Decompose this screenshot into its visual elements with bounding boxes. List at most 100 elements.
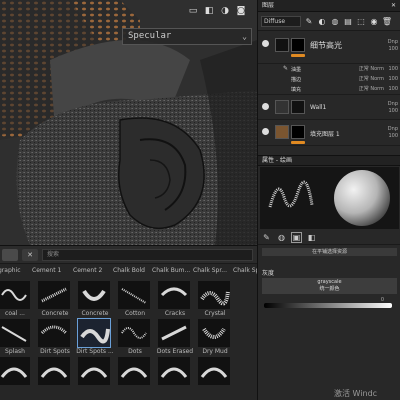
stencil-icon[interactable]: ◍: [277, 233, 286, 242]
brush-stroke-preview: [268, 170, 390, 226]
shelf-item-thumbnail: [118, 319, 150, 347]
frame-icon[interactable]: ▭: [188, 6, 198, 16]
grayscale-title: grayscale: [317, 279, 342, 285]
sub-layer-row[interactable]: 描边 正常 Norm 100: [258, 74, 400, 84]
shelf-item-label: Dirt Spots ...: [76, 348, 114, 355]
alpha-icon[interactable]: ▣: [291, 232, 302, 243]
eye-icon[interactable]: [262, 103, 269, 110]
shelf-item-label: Concrete: [41, 310, 69, 317]
channel-select[interactable]: Diffuse: [261, 15, 301, 27]
folder-icon[interactable]: ▤: [343, 16, 353, 26]
sub-layer-opacity: 100: [388, 66, 398, 72]
fill-layer-icon[interactable]: ◉: [369, 16, 379, 26]
mode-icon[interactable]: ◑: [220, 6, 230, 16]
shelf-item[interactable]: Splash: [0, 319, 34, 357]
shelf-item-thumbnail: [118, 281, 150, 309]
shelf-item-label: Cracks: [164, 310, 186, 317]
shelf-item-thumbnail: [78, 357, 110, 385]
grayscale-subtitle: 统一颜色: [319, 286, 340, 292]
brush-icon[interactable]: ✎: [304, 16, 314, 26]
properties-header: 属性 - 绘画: [258, 155, 400, 166]
paint-layer-icon[interactable]: ⬚: [356, 16, 366, 26]
material-sphere: [334, 170, 390, 226]
shelf-tab-active[interactable]: [2, 248, 18, 261]
brush-preview: [260, 167, 399, 229]
viewport-toolbar: ▭ ◧ ◑ ◙: [188, 6, 246, 16]
shelf-item[interactable]: Dots: [114, 319, 154, 357]
shelf-item-label: Crystal: [204, 310, 226, 317]
sub-layer-mode: 正常 Norm: [358, 86, 384, 92]
sub-layer-mode: 正常 Norm: [358, 66, 384, 72]
shelf-item[interactable]: [114, 357, 154, 395]
properties-title: 属性 - 绘画: [262, 157, 292, 164]
shelf-header-label: Chalk Bum...: [152, 267, 191, 274]
shelf-grid: coal ... Concrete Concrete Cotton Cracks Crys…: [0, 281, 234, 395]
camera-icon[interactable]: ◙: [236, 6, 246, 16]
sub-layer-row[interactable]: 填充 正常 Norm 100: [258, 84, 400, 94]
shelf-toolbar: ✕ 搜索: [0, 246, 257, 264]
shelf-item[interactable]: coal ...: [0, 281, 34, 319]
grayscale-slider[interactable]: [264, 303, 392, 308]
shelf-item[interactable]: Crystal: [194, 281, 234, 319]
cube-icon[interactable]: ◧: [204, 6, 214, 16]
shelf-item[interactable]: [0, 357, 34, 395]
layer-row[interactable]: 填充图层 1 Dnp 100: [258, 120, 400, 146]
shelf-item[interactable]: [154, 357, 194, 395]
sub-layer-opacity: 100: [388, 86, 398, 92]
choose-resource-button[interactable]: 在平铺选择资源: [262, 248, 397, 256]
channel-dropdown[interactable]: Specular ⌄: [122, 28, 252, 45]
layer-mode: Dnp 100: [387, 39, 398, 52]
layer-mode: Dnp 100: [387, 126, 398, 139]
shelf-item-label: Dirt Spots: [40, 348, 70, 355]
sub-layer-name: 填充: [291, 87, 302, 93]
layer-mask-thumbnail: [291, 38, 305, 52]
shelf-item[interactable]: Concrete: [74, 281, 114, 319]
eye-icon[interactable]: [262, 40, 269, 47]
effect-icon[interactable]: ◍: [330, 16, 340, 26]
shelf-item[interactable]: Cracks: [154, 281, 194, 319]
eye-icon[interactable]: [262, 128, 269, 135]
shelf-item[interactable]: [34, 357, 74, 395]
3d-viewport[interactable]: ▭ ◧ ◑ ◙ Specular ⌄: [0, 0, 257, 245]
brush-icon[interactable]: ✎: [262, 233, 271, 242]
pencil-icon: ✎: [283, 65, 289, 72]
layer-thumbnail: [275, 38, 289, 52]
shelf-item[interactable]: Dirt Spots: [34, 319, 74, 357]
shelf-item[interactable]: [74, 357, 114, 395]
shelf-item-label: Cotton: [124, 310, 146, 317]
shelf-item[interactable]: Dirt Spots ...: [74, 318, 114, 357]
shelf-item-thumbnail: [198, 319, 230, 347]
layer-row[interactable]: Wall1 Dnp 100: [258, 94, 400, 120]
shelf-item-thumbnail: [158, 281, 190, 309]
sub-layer-opacity: 100: [388, 76, 398, 82]
shelf-item-thumbnail: [158, 319, 190, 347]
layer-row[interactable]: 细节高光 Dnp 100: [258, 31, 400, 64]
layers-panel-header: 图层 ✕: [258, 0, 400, 12]
shelf-item[interactable]: Dots Erased: [154, 319, 194, 357]
shelf-item-thumbnail: [0, 281, 30, 309]
mask-icon[interactable]: ◐: [317, 16, 327, 26]
trash-icon[interactable]: 🗑: [382, 16, 392, 26]
shelf-item-label: Splash: [5, 348, 25, 355]
shelf-item[interactable]: Cotton: [114, 281, 154, 319]
shelf-item-label: Dots: [128, 348, 142, 355]
shelf-item[interactable]: Concrete: [34, 281, 74, 319]
chevron-down-icon: ⌄: [242, 32, 247, 41]
shelf-item[interactable]: [194, 357, 234, 395]
shelf-header-label: Cement 1: [32, 267, 62, 274]
shelf-item[interactable]: Dry Mud: [194, 319, 234, 357]
sub-layer-row[interactable]: ✎ 油墨 正常 Norm 100: [258, 64, 400, 74]
close-icon[interactable]: ✕: [391, 0, 396, 11]
material-icon[interactable]: ◧: [307, 233, 316, 242]
shelf-search-input[interactable]: 搜索: [42, 248, 253, 261]
grayscale-picker[interactable]: grayscale 统一颜色: [262, 278, 397, 294]
shelf-item-thumbnail: [198, 281, 230, 309]
activation-watermark: 激活 Windc: [334, 389, 378, 398]
grayscale-label: 灰度: [262, 270, 275, 277]
layer-color-tag: [291, 54, 305, 57]
shelf-item-thumbnail: [0, 357, 30, 385]
shelf-header-label: Chalk Spr...: [193, 267, 227, 274]
close-icon[interactable]: ✕: [22, 248, 38, 261]
shelf-item-thumbnail: [38, 281, 70, 309]
layer-name: 填充图层 1: [310, 131, 340, 138]
